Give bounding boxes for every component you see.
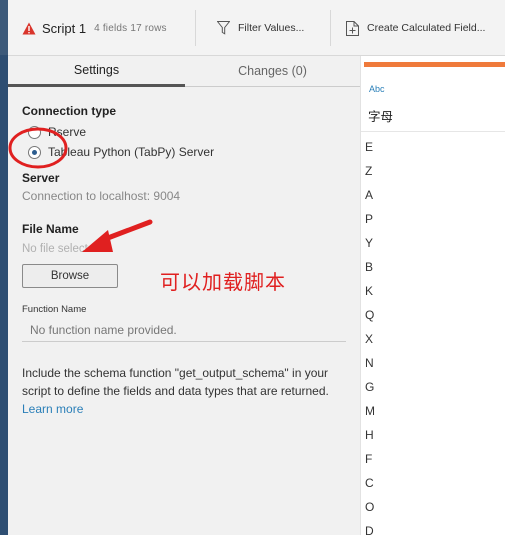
radio-tabpy-label: Tableau Python (TabPy) Server — [48, 145, 215, 159]
value-row[interactable]: G — [361, 375, 505, 399]
value-row[interactable]: A — [361, 183, 505, 207]
step-toolbar: Script 1 4 fields 17 rows Filter Values.… — [8, 0, 505, 56]
value-row[interactable]: Y — [361, 231, 505, 255]
function-name-field[interactable]: No function name provided. — [22, 318, 346, 342]
annotation-text: 可以加载脚本 — [160, 270, 286, 294]
tab-changes[interactable]: Changes (0) — [185, 56, 360, 87]
value-row[interactable]: C — [361, 471, 505, 495]
radio-button-selected[interactable] — [28, 145, 41, 159]
server-label: Server — [22, 171, 60, 185]
string-type-icon: Abc — [369, 84, 385, 94]
settings-tabs: Settings Changes (0) — [8, 56, 360, 87]
value-list: EZAPYBKQXNGMHFCOD — [361, 135, 505, 535]
file-name-label: File Name — [22, 222, 79, 236]
value-row[interactable]: Q — [361, 303, 505, 327]
value-row[interactable]: Z — [361, 159, 505, 183]
value-row[interactable]: X — [361, 327, 505, 351]
radio-rserve-label: Rserve — [48, 125, 87, 139]
value-row[interactable]: H — [361, 423, 505, 447]
value-row[interactable]: D — [361, 519, 505, 535]
value-row[interactable]: O — [361, 495, 505, 519]
connection-type-label: Connection type — [22, 104, 117, 118]
schema-help-text: Include the schema function "get_output_… — [22, 364, 342, 418]
toolbar-divider — [195, 10, 196, 46]
radio-rserve[interactable]: Rserve — [28, 125, 86, 139]
value-row[interactable]: F — [361, 447, 505, 471]
schema-help-body: Include the schema function "get_output_… — [22, 366, 329, 398]
filter-icon — [217, 21, 230, 35]
column-name: 字母 — [368, 109, 394, 124]
script-settings-panel: Settings Changes (0) Connection type Rse… — [8, 56, 360, 535]
file-name-placeholder: No file selected — [22, 243, 101, 255]
filter-values-label: Filter Values... — [238, 22, 305, 34]
left-edge-top — [0, 0, 8, 55]
warning-icon — [22, 22, 36, 34]
data-preview-panel: Abc 字母 EZAPYBKQXNGMHFCOD — [360, 56, 505, 535]
radio-button[interactable] — [28, 125, 41, 139]
create-calculated-field-button[interactable]: Create Calculated Field... — [346, 0, 485, 56]
value-row[interactable]: N — [361, 351, 505, 375]
field-color-bar — [364, 62, 505, 67]
calculated-field-icon — [346, 20, 359, 36]
server-value: Connection to localhost: 9004 — [22, 189, 181, 203]
browse-button[interactable]: Browse — [22, 264, 118, 288]
toolbar-divider — [330, 10, 331, 46]
value-row[interactable]: P — [361, 207, 505, 231]
script-name: Script 1 — [42, 20, 87, 36]
function-name-label: Function Name — [22, 304, 87, 315]
script-step-title[interactable]: Script 1 4 fields 17 rows — [22, 0, 167, 56]
value-row[interactable]: K — [361, 279, 505, 303]
create-calculated-field-label: Create Calculated Field... — [367, 22, 486, 34]
learn-more-link[interactable]: Learn more — [22, 402, 83, 416]
radio-tabpy[interactable]: Tableau Python (TabPy) Server — [28, 145, 214, 159]
filter-values-button[interactable]: Filter Values... — [217, 0, 304, 56]
value-row[interactable]: E — [361, 135, 505, 159]
value-row[interactable]: M — [361, 399, 505, 423]
column-header[interactable]: Abc 字母 — [361, 70, 505, 132]
script-meta: 4 fields 17 rows — [94, 22, 167, 34]
value-row[interactable]: B — [361, 255, 505, 279]
left-edge-strip — [0, 0, 8, 535]
tab-settings[interactable]: Settings — [8, 56, 185, 87]
